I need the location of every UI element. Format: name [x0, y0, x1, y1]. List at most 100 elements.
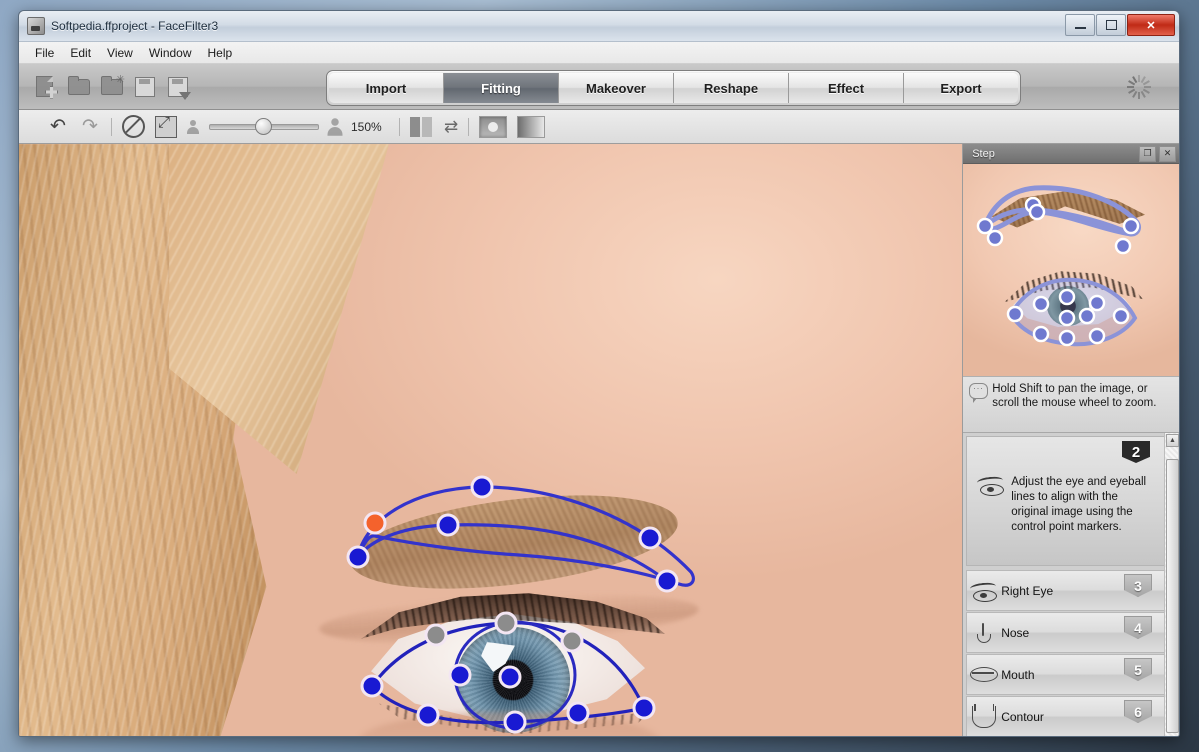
menu-window[interactable]: Window [141, 44, 200, 62]
control-point[interactable] [498, 665, 522, 689]
steps-list: 2 Adjust the eye and eyeball lines to al… [963, 433, 1179, 736]
swap-view-icon[interactable]: ⇄ [444, 117, 458, 136]
save-project-icon[interactable] [132, 74, 158, 100]
loading-spinner [1127, 75, 1151, 99]
panel-scroll-thumb[interactable] [1166, 459, 1179, 733]
spinner-spoke [1127, 86, 1134, 88]
workflow-tabs: Import Fitting Makeover Reshape Effect E… [326, 70, 1021, 106]
toolbar-separator [111, 117, 112, 136]
control-point[interactable] [448, 663, 472, 687]
redo-button[interactable]: ↷ [79, 117, 101, 136]
contour-icon [967, 703, 1001, 728]
main-toolbar: ✳ Import Fitting Makeover Reshape Effect… [19, 64, 1179, 110]
photo-editing-canvas[interactable] [19, 144, 963, 736]
new-project-icon[interactable] [33, 74, 59, 100]
step-item-right-eye[interactable]: Right Eye 3 [966, 570, 1165, 611]
title-bar: Softpedia.ffproject - FaceFilter3 ✕ [19, 11, 1179, 42]
workspace: Step ❐ ✕ ... Hold Shift to pan the image… [19, 144, 1179, 736]
zoom-in-person-icon [327, 117, 343, 136]
active-step-text: Adjust the eye and eyeball lines to alig… [1011, 476, 1147, 533]
control-point[interactable] [638, 526, 662, 550]
zoom-level-label: 150% [351, 119, 382, 134]
step-panel-header: Step ❐ ✕ [963, 144, 1179, 164]
close-button[interactable]: ✕ [1127, 14, 1175, 36]
zoom-slider[interactable] [209, 117, 319, 135]
tab-import[interactable]: Import [329, 73, 444, 103]
selected-control-point[interactable] [363, 511, 387, 535]
app-icon [27, 17, 45, 35]
maximize-icon [1105, 20, 1117, 30]
step-number-badge: 6 [1124, 700, 1152, 723]
toolbar-separator-2 [399, 117, 400, 136]
view-mode-gradient-icon[interactable] [517, 115, 546, 138]
eye-upper-lid-path[interactable] [370, 621, 646, 710]
step-label: Contour [1001, 709, 1044, 724]
hide-markers-icon[interactable] [122, 115, 145, 138]
tab-export[interactable]: Export [904, 73, 1018, 103]
minimize-button[interactable] [1065, 14, 1095, 36]
step-item-mouth[interactable]: Mouth 5 [966, 654, 1165, 695]
window-controls: ✕ [1065, 14, 1175, 36]
control-point[interactable] [346, 545, 370, 569]
eye-preview-thumbnail[interactable] [963, 164, 1179, 377]
open-recent-icon[interactable]: ✳ [99, 74, 125, 100]
control-point[interactable] [470, 475, 494, 499]
panel-scrollbar[interactable]: ▲ ▼ [1164, 433, 1179, 736]
eyelid-point[interactable] [560, 629, 584, 653]
tab-fitting[interactable]: Fitting [444, 73, 559, 103]
scroll-up-button[interactable]: ▲ [1166, 434, 1179, 447]
spinner-spoke [1142, 80, 1150, 86]
menu-file[interactable]: File [27, 44, 62, 62]
maximize-button[interactable] [1096, 14, 1126, 36]
file-toolbar: ✳ [19, 74, 191, 100]
tab-makeover[interactable]: Makeover [559, 73, 674, 103]
hint-text: Hold Shift to pan the image, or scroll t… [992, 383, 1157, 409]
zoom-slider-thumb[interactable] [254, 117, 272, 135]
control-point[interactable] [416, 703, 440, 727]
spinner-spoke [1144, 86, 1151, 88]
eyeball-control-points[interactable] [448, 663, 522, 689]
eyebrow-lower-path[interactable] [356, 523, 669, 583]
control-point[interactable] [436, 513, 460, 537]
step-number-badge: 4 [1124, 616, 1152, 639]
application-window: Softpedia.ffproject - FaceFilter3 ✕ File… [18, 10, 1180, 737]
eyelid-point[interactable] [424, 623, 448, 647]
eye-icon [976, 475, 1005, 496]
control-point[interactable] [632, 696, 656, 720]
menu-edit[interactable]: Edit [62, 44, 99, 62]
step-item-contour[interactable]: Contour 6 [966, 696, 1165, 736]
step-label: Nose [1001, 625, 1030, 640]
fit-to-screen-icon[interactable] [155, 114, 177, 138]
step-panel: Step ❐ ✕ ... Hold Shift to pan the image… [962, 144, 1179, 736]
tab-effect[interactable]: Effect [789, 73, 904, 103]
mouth-icon [967, 667, 1001, 682]
control-point[interactable] [503, 710, 527, 734]
view-mode-solid-icon[interactable] [479, 115, 508, 138]
step-label: Right Eye [1001, 583, 1054, 598]
split-view-icon[interactable] [410, 116, 434, 137]
spinner-spoke [1132, 90, 1138, 98]
spinner-spoke [1138, 92, 1140, 99]
window-title: Softpedia.ffproject - FaceFilter3 [51, 19, 219, 33]
eyelid-point[interactable] [494, 611, 518, 635]
panel-restore-button[interactable]: ❐ [1139, 145, 1156, 162]
menu-help[interactable]: Help [200, 44, 241, 62]
step-number-badge: 3 [1124, 574, 1152, 597]
step-item-nose[interactable]: Nose 4 [966, 612, 1165, 653]
panel-close-button[interactable]: ✕ [1159, 145, 1176, 162]
minimize-icon [1074, 27, 1086, 29]
control-point[interactable] [360, 674, 384, 698]
tab-reshape[interactable]: Reshape [674, 73, 789, 103]
open-project-icon[interactable] [66, 74, 92, 100]
control-point[interactable] [655, 569, 679, 593]
step-label: Mouth [1001, 667, 1035, 682]
hint-bubble-icon [969, 381, 989, 403]
control-point[interactable] [566, 701, 590, 725]
fitting-overlay [346, 475, 695, 734]
eye-icon [967, 581, 1001, 602]
save-as-icon[interactable] [165, 74, 191, 100]
undo-button[interactable]: ↶ [47, 117, 69, 136]
spinner-spoke [1138, 75, 1140, 82]
active-step-card[interactable]: 2 Adjust the eye and eyeball lines to al… [966, 436, 1165, 566]
menu-view[interactable]: View [99, 44, 141, 62]
